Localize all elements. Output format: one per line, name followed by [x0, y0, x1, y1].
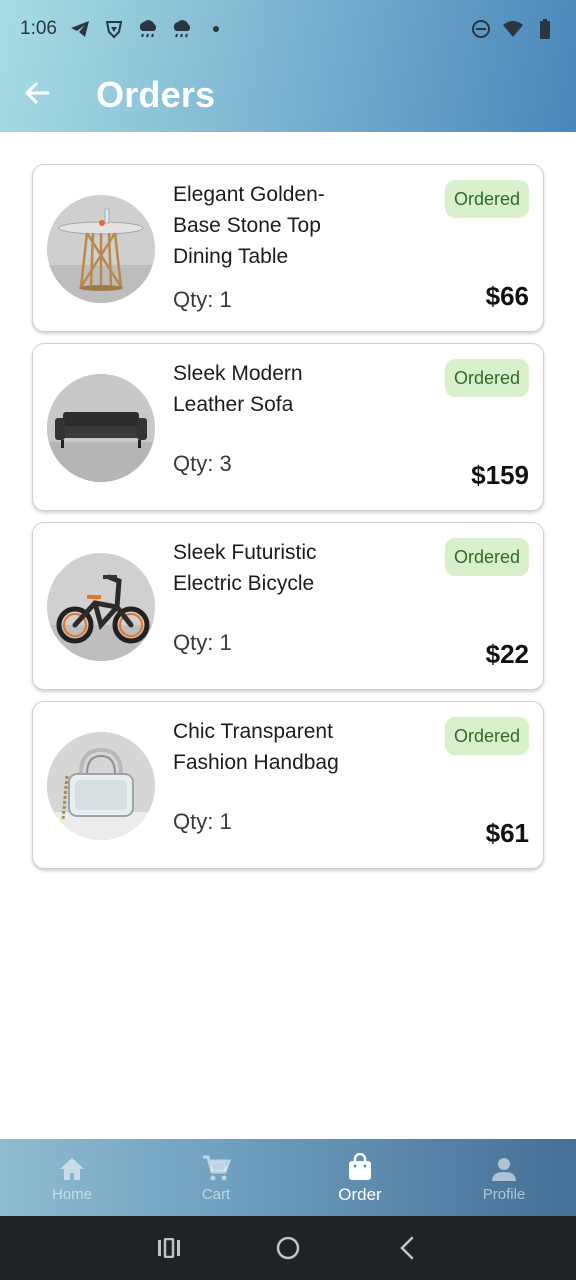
person-icon: [491, 1152, 517, 1182]
dot-icon: [205, 18, 227, 40]
bottom-navigation: Home Cart Order Profile: [0, 1139, 576, 1216]
item-name-line: Dining Table: [173, 245, 289, 268]
cart-icon: [201, 1152, 231, 1182]
status-badge: Ordered: [444, 359, 529, 397]
item-name-line: Electric Bicycle: [173, 572, 315, 595]
order-card[interactable]: Chic Transparent Fashion Handbag Qty: 1 O…: [32, 701, 544, 869]
item-name-line: Leather Sofa: [173, 393, 294, 416]
item-name: Elegant Golden- Base Stone Top Dining Ta…: [173, 179, 353, 272]
home-icon: [58, 1152, 86, 1182]
nav-cart[interactable]: Cart: [144, 1139, 288, 1216]
item-quantity: Qty: 1: [173, 809, 232, 835]
page-title: Orders: [96, 74, 216, 115]
item-name: Sleek Futuristic Electric Bicycle: [173, 537, 353, 599]
qty-value: 3: [219, 451, 232, 476]
qty-label: Qty:: [173, 451, 214, 476]
recents-icon[interactable]: [149, 1228, 189, 1268]
item-price: $66: [485, 281, 529, 311]
nav-label: Home: [51, 1186, 92, 1203]
order-card[interactable]: Elegant Golden- Base Stone Top Dining Ta…: [32, 164, 544, 332]
electric-bicycle-image: [47, 553, 155, 661]
system-navigation-bar: [0, 1216, 576, 1280]
status-badge: Ordered: [444, 538, 529, 576]
back-button[interactable]: [0, 58, 74, 132]
weather-icon: [171, 18, 193, 40]
qty-value: 1: [219, 630, 232, 655]
handbag-image: [47, 732, 155, 840]
orders-list: Elegant Golden- Base Stone Top Dining Ta…: [32, 164, 544, 880]
item-quantity: Qty: 3: [173, 451, 232, 477]
nav-home[interactable]: Home: [0, 1139, 144, 1216]
status-badge: Ordered: [444, 180, 529, 218]
qty-label: Qty:: [173, 809, 214, 834]
item-name-line: Chic Transparent: [173, 720, 333, 743]
item-quantity: Qty: 1: [173, 287, 232, 313]
leather-sofa-image: [47, 374, 155, 482]
status-right: [470, 18, 556, 40]
status-time: 1:06: [20, 18, 57, 39]
brave-icon: [103, 18, 125, 40]
header: 1:06 Orders: [0, 0, 576, 132]
status-bar: 1:06: [0, 0, 576, 58]
nav-label: Profile: [482, 1186, 526, 1203]
order-card[interactable]: Sleek Futuristic Electric Bicycle Qty: 1 …: [32, 522, 544, 690]
item-name: Chic Transparent Fashion Handbag: [173, 716, 353, 778]
nav-order[interactable]: Order: [288, 1139, 432, 1216]
qty-value: 1: [219, 287, 232, 312]
shopping-bag-icon: [347, 1151, 373, 1181]
item-name-line: Sleek Futuristic: [173, 541, 317, 564]
nav-profile[interactable]: Profile: [432, 1139, 576, 1216]
wifi-icon: [502, 18, 524, 40]
item-name: Sleek Modern Leather Sofa: [173, 358, 353, 420]
dnd-icon: [470, 18, 492, 40]
home-circle-icon[interactable]: [268, 1228, 308, 1268]
item-name-line: Elegant Golden-: [173, 183, 325, 206]
back-chevron-icon[interactable]: [387, 1228, 427, 1268]
nav-label: Cart: [201, 1186, 231, 1203]
arrow-left-icon: [24, 82, 50, 109]
telegram-icon: [69, 18, 91, 40]
dining-table-image: [47, 195, 155, 303]
battery-icon: [534, 18, 556, 40]
weather-icon: [137, 18, 159, 40]
item-price: $159: [471, 460, 529, 490]
qty-value: 1: [219, 809, 232, 834]
item-quantity: Qty: 1: [173, 630, 232, 656]
status-left: 1:06: [20, 18, 227, 40]
item-name-line: Sleek Modern: [173, 362, 303, 385]
item-price: $61: [485, 818, 529, 848]
qty-label: Qty:: [173, 630, 214, 655]
qty-label: Qty:: [173, 287, 214, 312]
item-price: $22: [485, 639, 529, 669]
app-bar: Orders: [0, 58, 576, 132]
status-badge: Ordered: [444, 717, 529, 755]
item-name-line: Base Stone Top: [173, 214, 321, 237]
item-name-line: Fashion Handbag: [173, 751, 339, 774]
order-card[interactable]: Sleek Modern Leather Sofa Qty: 3 Ordered …: [32, 343, 544, 511]
nav-label: Order: [338, 1184, 382, 1204]
